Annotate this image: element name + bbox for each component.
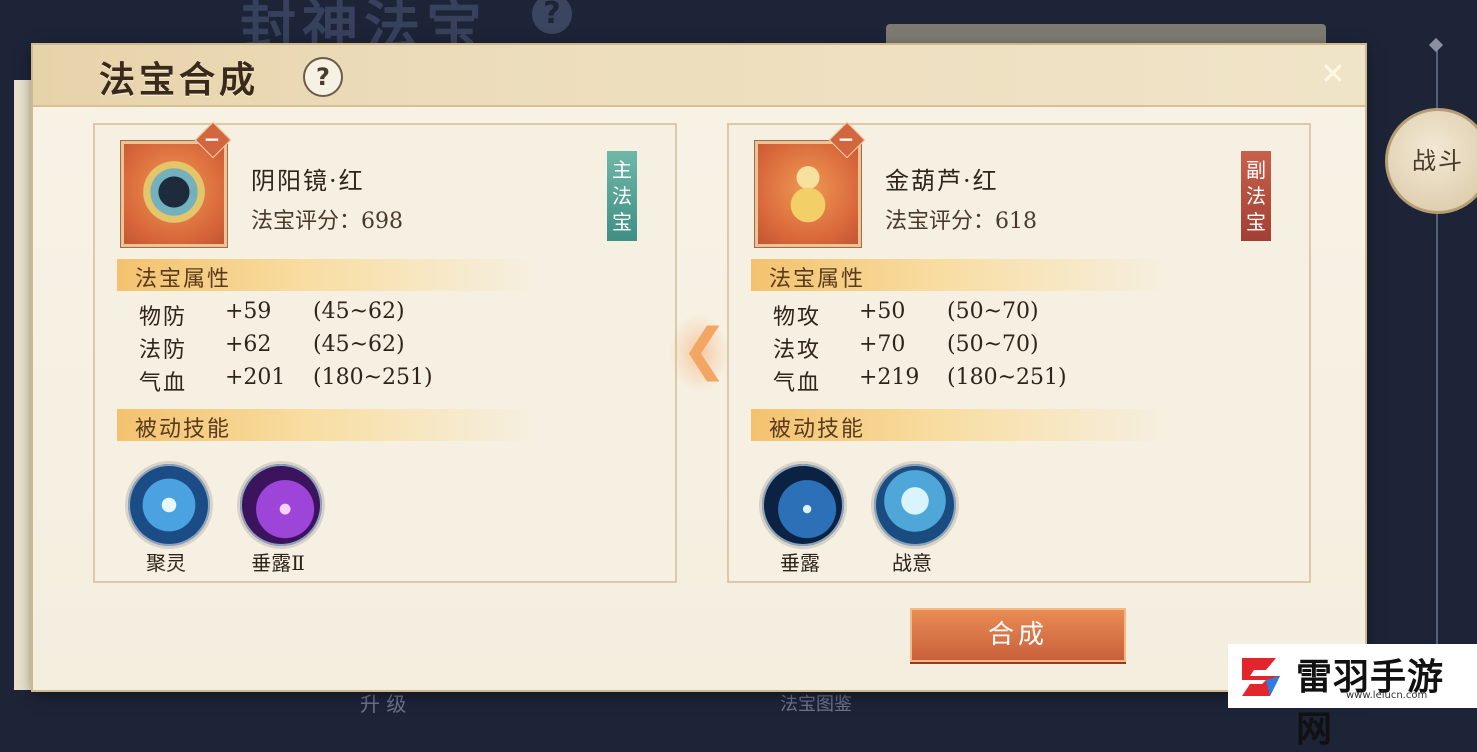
attributes-header: 法宝属性	[751, 259, 1171, 292]
attribute-name: 法攻	[773, 338, 822, 363]
attribute-name: 气血	[773, 371, 822, 396]
attribute-value: +70	[859, 332, 906, 357]
main-treasure-score: 法宝评分：698	[251, 203, 403, 235]
skill-label: 垂露	[780, 551, 820, 575]
attribute-range: (45~62)	[313, 332, 405, 357]
skills-header-label: 被动技能	[769, 417, 866, 442]
help-icon[interactable]: ?	[303, 57, 343, 97]
rail-diamond-icon	[1428, 37, 1444, 53]
main-treasure-name: 阴阳镜·红	[251, 167, 365, 195]
blue-slash-skill-icon[interactable]	[759, 461, 847, 549]
attribute-range: (45~62)	[313, 299, 405, 324]
attribute-name: 物防	[139, 305, 188, 330]
attribute-name: 气血	[139, 371, 188, 396]
score-value: 618	[995, 209, 1038, 234]
minus-icon[interactable]: −	[837, 129, 855, 149]
attribute-value: +50	[859, 299, 906, 324]
dialog-header: 法宝合成 ? ✕	[33, 45, 1365, 107]
attribute-value: +219	[859, 365, 920, 390]
main-treasure-panel: − 阴阳镜·红 法宝评分：698 主法宝 法宝属性 物防 +59 (45~62)…	[93, 121, 677, 583]
background-upgrade-tab: 升 级	[360, 692, 407, 716]
attribute-range: (50~70)	[947, 332, 1039, 357]
score-value: 698	[361, 209, 404, 234]
skill-label: 聚灵	[146, 551, 186, 575]
dialog-title: 法宝合成	[99, 59, 260, 101]
watermark-logo-icon	[1242, 658, 1280, 696]
sub-role-tag: 副法宝	[1241, 151, 1271, 241]
close-icon[interactable]: ✕	[1319, 60, 1347, 90]
minus-icon[interactable]: −	[203, 129, 221, 149]
background-help-icon: ?	[532, 0, 572, 34]
spiral-skill-icon[interactable]	[125, 461, 213, 549]
attributes-header: 法宝属性	[117, 259, 537, 292]
attribute-name: 物攻	[773, 305, 822, 330]
purple-slash-skill-icon[interactable]	[237, 461, 325, 549]
skills-header: 被动技能	[751, 409, 1171, 442]
yin-yang-mirror-icon	[138, 156, 210, 228]
sub-treasure-score: 法宝评分：618	[885, 203, 1037, 235]
watermark: 雷羽手游网 www.leiucn.com	[1228, 644, 1477, 750]
attributes-header-label: 法宝属性	[135, 267, 232, 292]
attribute-value: +62	[225, 332, 272, 357]
attributes-header-label: 法宝属性	[769, 267, 866, 292]
skills-header: 被动技能	[117, 409, 537, 442]
attribute-name: 法防	[139, 338, 188, 363]
score-label: 法宝评分：	[251, 209, 362, 234]
attribute-value: +201	[225, 365, 286, 390]
merge-button[interactable]: 合成	[910, 608, 1126, 662]
sub-treasure-panel: − 金葫芦·红 法宝评分：618 副法宝 法宝属性 物攻 +50 (50~70)…	[727, 121, 1311, 583]
skill-label: 垂露Ⅱ	[251, 551, 305, 575]
attribute-range: (180~251)	[947, 365, 1067, 390]
skills-header-label: 被动技能	[135, 417, 232, 442]
skill-label: 战意	[892, 551, 932, 575]
attribute-range: (180~251)	[313, 365, 433, 390]
attribute-range: (50~70)	[947, 299, 1039, 324]
score-label: 法宝评分：	[885, 209, 996, 234]
merge-arrow: ❮	[669, 313, 729, 393]
merge-dialog: 法宝合成 ? ✕ − 阴阳镜·红 法宝评分：698 主法宝 法宝属性 物防 +5…	[33, 45, 1365, 690]
watermark-url: www.leiucn.com	[1346, 690, 1428, 701]
attribute-value: +59	[225, 299, 272, 324]
battle-button[interactable]: 战斗	[1385, 108, 1477, 214]
golden-gourd-icon	[772, 156, 844, 228]
main-role-tag: 主法宝	[607, 151, 637, 241]
chevron-left-icon: ❮	[681, 317, 728, 382]
background-catalog-tab: 法宝图鉴	[780, 694, 852, 715]
fists-skill-icon[interactable]	[871, 461, 959, 549]
sub-treasure-name: 金葫芦·红	[885, 167, 999, 195]
